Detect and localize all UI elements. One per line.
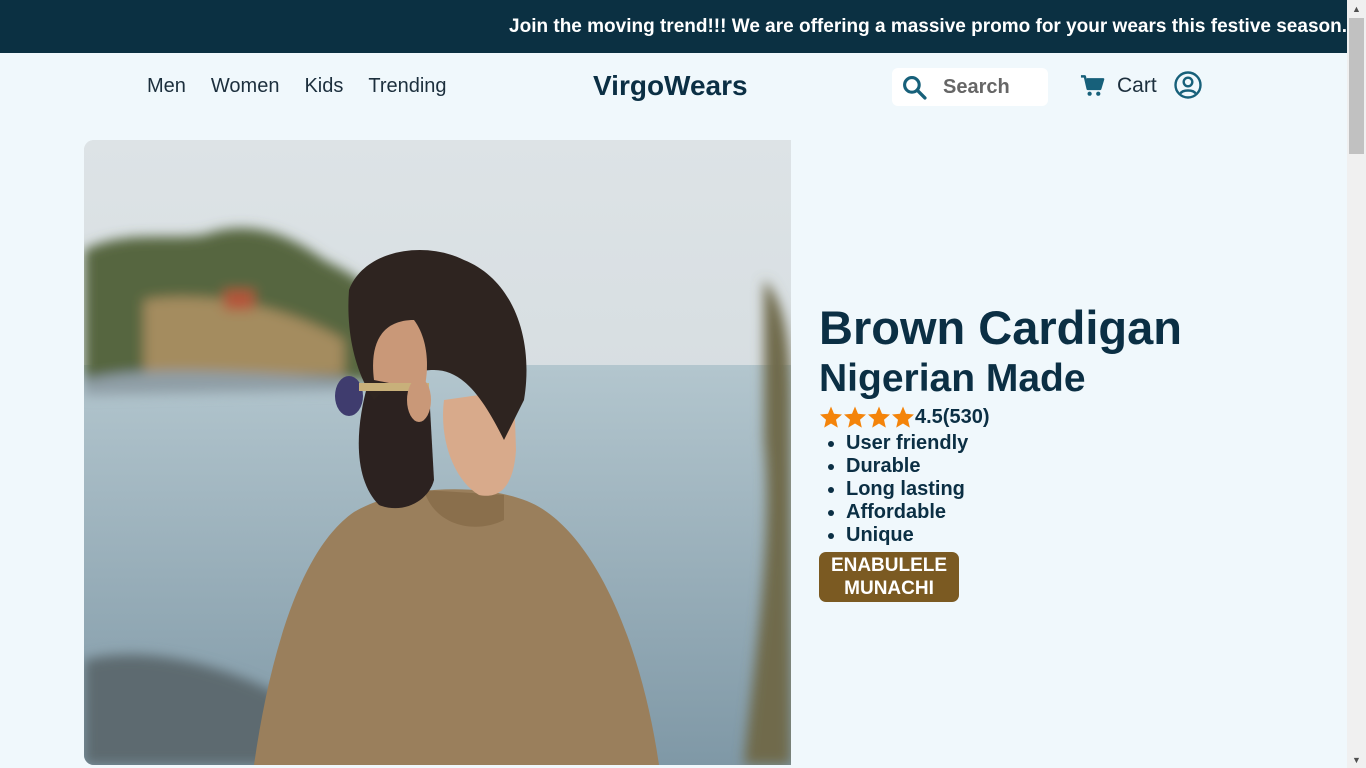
promo-banner: Join the moving trend!!! We are offering… xyxy=(0,0,1347,53)
search-box[interactable] xyxy=(892,68,1048,106)
vertical-scrollbar[interactable]: ▲ ▼ xyxy=(1347,0,1366,768)
rating-value: 4.5(530) xyxy=(915,405,990,428)
scroll-up-arrow-icon[interactable]: ▲ xyxy=(1347,0,1366,17)
product-photo xyxy=(84,140,791,765)
product-subtitle: Nigerian Made xyxy=(819,357,1086,400)
nav-link-trending[interactable]: Trending xyxy=(368,75,446,98)
product-rating: 4.5(530) xyxy=(819,404,1339,430)
star-icon xyxy=(868,406,890,428)
scroll-down-arrow-icon[interactable]: ▼ xyxy=(1347,751,1366,768)
feature-item: Unique xyxy=(846,524,1339,547)
feature-item: Long lasting xyxy=(846,478,1339,501)
search-input[interactable] xyxy=(943,75,1043,99)
search-icon[interactable] xyxy=(902,75,927,100)
navbar: Men Women Kids Trending VirgoWears Cart xyxy=(0,53,1347,123)
star-icon xyxy=(820,406,842,428)
promo-text: Join the moving trend!!! We are offering… xyxy=(509,15,1347,37)
star-icon xyxy=(844,406,866,428)
star-icon xyxy=(892,406,914,428)
nav-link-men[interactable]: Men xyxy=(147,75,186,98)
designer-first-name: ENABULELE xyxy=(830,555,948,576)
site-logo[interactable]: VirgoWears xyxy=(593,70,748,102)
product-image xyxy=(84,140,791,765)
designer-last-name: MUNACHI xyxy=(844,578,934,599)
cart-icon xyxy=(1080,75,1105,96)
feature-item: Affordable xyxy=(846,501,1339,524)
nav-link-women[interactable]: Women xyxy=(211,75,280,98)
nav-link-kids[interactable]: Kids xyxy=(304,75,343,98)
cart-label: Cart xyxy=(1117,74,1157,97)
cart-link[interactable]: Cart xyxy=(1080,74,1157,98)
product-info: Brown Cardigan Nigerian Made 4.5(530) Us… xyxy=(819,300,1339,602)
feature-item: Durable xyxy=(846,455,1339,478)
product-title: Brown Cardigan xyxy=(819,301,1182,354)
nav-links: Men Women Kids Trending xyxy=(147,75,472,98)
feature-list: User friendly Durable Long lasting Affor… xyxy=(846,432,1339,547)
designer-button[interactable]: ENABULELE MUNACHI xyxy=(819,552,959,602)
scrollbar-thumb[interactable] xyxy=(1349,18,1364,154)
feature-item: User friendly xyxy=(846,432,1339,455)
user-circle-icon[interactable] xyxy=(1174,71,1202,99)
